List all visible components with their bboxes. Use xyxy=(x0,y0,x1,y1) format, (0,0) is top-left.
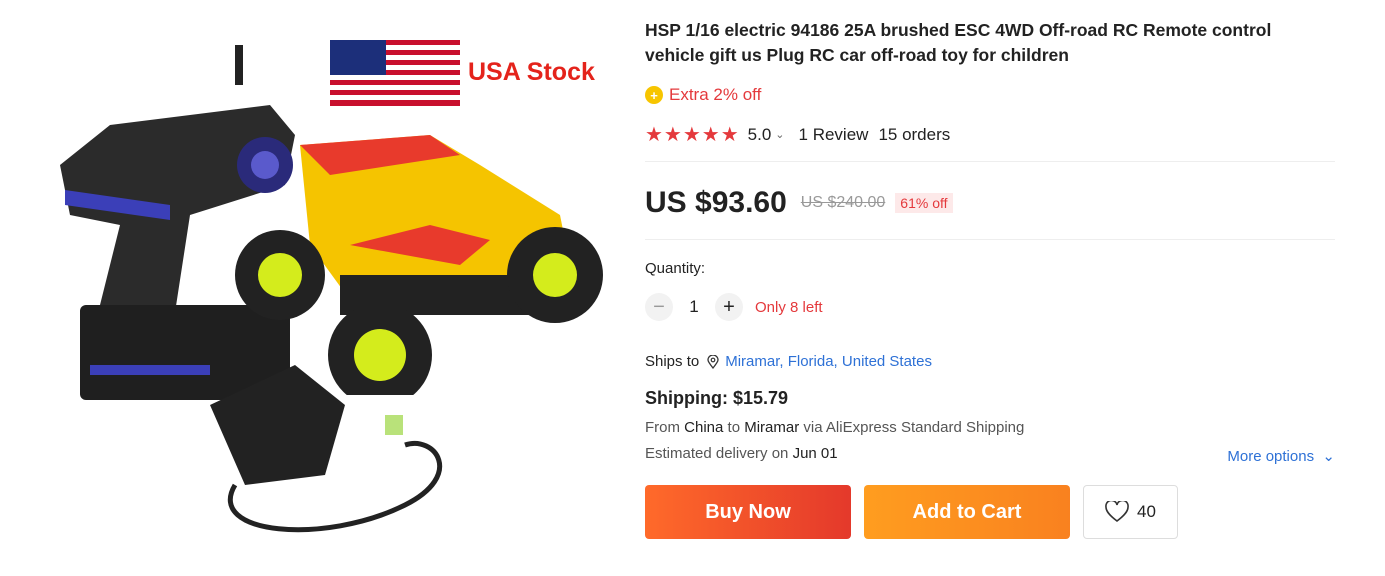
shipping-method: via AliExpress Standard Shipping xyxy=(803,419,1025,436)
reviews-link[interactable]: 1 Review xyxy=(799,125,869,145)
estimated-delivery: Estimated delivery on Jun 01 xyxy=(645,445,838,462)
destination-link[interactable]: Miramar, Florida, United States xyxy=(725,353,932,370)
coin-icon: + xyxy=(645,86,663,104)
shipping-cost: Shipping: $15.79 xyxy=(645,388,789,408)
ships-to-label: Ships to xyxy=(645,353,700,370)
chevron-down-icon: ⌄ xyxy=(1318,448,1335,465)
origin-country: China xyxy=(684,419,724,436)
action-buttons: Buy Now Add to Cart 40 xyxy=(645,485,1335,539)
rating-row: ★★★★★ 5.0 ⌄ 1 Review 15 orders xyxy=(645,122,1335,162)
quantity-stepper: − 1 + Only 8 left xyxy=(645,293,1335,321)
price-row: US $93.60 US $240.00 61% off xyxy=(645,162,1335,240)
shipping-route: From China to Miramar via AliExpress Sta… xyxy=(645,415,1335,441)
buy-now-button[interactable]: Buy Now xyxy=(645,485,851,539)
product-title: HSP 1/16 electric 94186 25A brushed ESC … xyxy=(645,20,1272,65)
to-label: to xyxy=(727,419,741,436)
more-options-label: More options xyxy=(1227,448,1315,465)
estimated-delivery-row: Estimated delivery on Jun 01 More option… xyxy=(645,441,1335,466)
product-image[interactable]: USA Stock xyxy=(40,30,620,550)
extra-discount[interactable]: + Extra 2% off xyxy=(645,85,1335,105)
extra-discount-label: Extra 2% off xyxy=(669,85,762,104)
ships-to-row: Ships to Miramar, Florida, United States xyxy=(645,353,1335,370)
increase-quantity-button[interactable]: + xyxy=(715,293,743,321)
estimated-delivery-date: Jun 01 xyxy=(792,444,838,462)
quantity-value[interactable]: 1 xyxy=(673,297,715,317)
chevron-down-icon[interactable]: ⌄ xyxy=(775,128,784,141)
decrease-quantity-button[interactable]: − xyxy=(645,293,673,321)
more-options-link[interactable]: More options ⌄ xyxy=(1227,447,1335,465)
charger-image xyxy=(210,365,442,533)
heart-icon xyxy=(1105,501,1129,523)
discount-badge: 61% off xyxy=(895,193,953,213)
location-pin-icon xyxy=(707,354,719,369)
current-price: US $93.60 xyxy=(645,186,787,219)
rating-score[interactable]: 5.0 xyxy=(748,125,772,145)
wishlist-button[interactable]: 40 xyxy=(1083,485,1178,539)
from-label: From xyxy=(645,419,680,436)
estimated-delivery-label: Estimated delivery on xyxy=(645,444,789,462)
product-info: HSP 1/16 electric 94186 25A brushed ESC … xyxy=(645,18,1335,539)
stock-note: Only 8 left xyxy=(755,298,823,316)
orders-count: 15 orders xyxy=(878,124,951,144)
add-to-cart-button[interactable]: Add to Cart xyxy=(864,485,1070,539)
quantity-label: Quantity: xyxy=(645,260,706,277)
destination-city: Miramar xyxy=(744,419,800,436)
star-rating-icon: ★★★★★ xyxy=(645,124,740,146)
wishlist-count: 40 xyxy=(1137,502,1156,521)
original-price: US $240.00 xyxy=(800,194,886,211)
usa-flag-icon xyxy=(330,40,460,106)
usa-stock-label: USA Stock xyxy=(468,58,595,86)
